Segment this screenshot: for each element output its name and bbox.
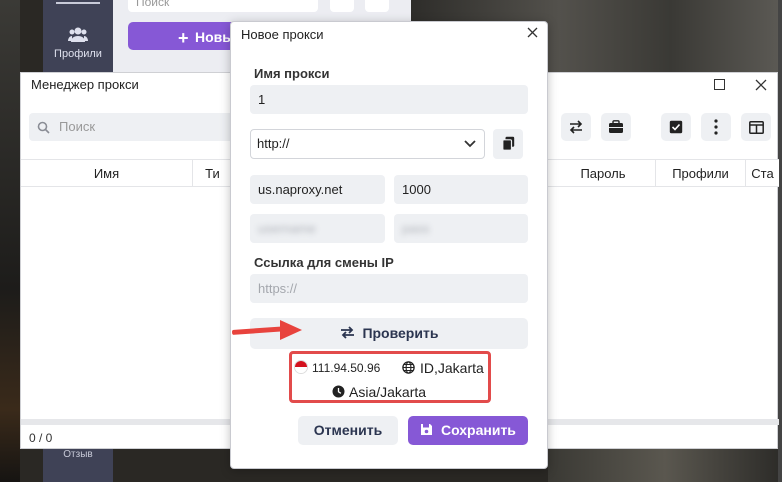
ip-change-link-label: Ссылка для смены IP <box>254 255 394 270</box>
column-header-password[interactable]: Пароль <box>551 160 656 187</box>
swap-icon <box>340 325 363 341</box>
column-header-profiles[interactable]: Профили <box>656 160 746 187</box>
sort-button[interactable] <box>330 0 354 12</box>
proxy-count: 0 / 0 <box>29 431 53 445</box>
dialog-title: Новое прокси <box>241 27 324 42</box>
search-placeholder: Поиск <box>59 119 96 134</box>
result-ip: 111.94.50.96 <box>312 361 381 375</box>
username-input[interactable]: username <box>250 214 385 243</box>
new-proxy-dialog: Новое прокси Имя прокси 1 http:// us.nap… <box>230 21 548 469</box>
app-search-input[interactable]: Поиск <box>128 0 318 12</box>
host-input[interactable]: us.naproxy.net <box>250 175 385 204</box>
plus-icon: + <box>178 28 189 48</box>
protocol-select[interactable]: http:// <box>250 129 485 159</box>
port-input[interactable]: 1000 <box>394 175 528 204</box>
protocol-value: http:// <box>257 136 290 151</box>
check-result-box: 111.94.50.96 ID,Jakarta Asia/Jakarta <box>289 351 491 403</box>
check-button-label: Проверить <box>362 325 439 341</box>
more-vertical-icon[interactable] <box>701 113 731 141</box>
maximize-button[interactable] <box>701 73 737 97</box>
sidebar-divider <box>56 2 100 4</box>
save-icon <box>420 422 441 438</box>
result-timezone: Asia/Jakarta <box>349 384 427 400</box>
chevron-down-icon <box>464 130 476 158</box>
globe-icon <box>402 361 415 377</box>
annotation-arrow-head <box>280 320 302 340</box>
sidebar-item-profiles[interactable]: Профили <box>43 48 113 60</box>
paste-button[interactable] <box>493 129 523 159</box>
window-title: Менеджер прокси <box>31 77 139 92</box>
proxy-search-input[interactable]: Поиск <box>29 113 239 141</box>
column-header-type[interactable]: Ти <box>193 160 233 187</box>
password-input[interactable]: pass <box>394 214 528 243</box>
copy-icon <box>501 136 514 151</box>
filter-button[interactable] <box>365 0 389 12</box>
users-icon[interactable] <box>43 26 113 45</box>
proxy-name-label: Имя прокси <box>254 66 330 81</box>
result-location: ID,Jakarta <box>420 360 484 376</box>
column-header-name[interactable]: Имя <box>21 160 193 187</box>
indonesia-flag-icon <box>294 360 308 374</box>
clock-icon <box>332 385 345 401</box>
desktop-background <box>0 0 20 482</box>
layout-icon[interactable] <box>741 113 771 141</box>
column-header-status[interactable]: Ста <box>746 160 779 187</box>
check-square-icon[interactable] <box>661 113 691 141</box>
close-window-button[interactable] <box>743 73 779 97</box>
feedback-label: Отзыв <box>63 449 93 460</box>
swap-icon[interactable] <box>561 113 591 141</box>
cancel-button[interactable]: Отменить <box>298 416 398 445</box>
search-icon <box>37 113 50 144</box>
username-value-blurred: username <box>258 221 316 236</box>
close-icon[interactable] <box>517 23 547 45</box>
save-button-label: Сохранить <box>440 422 516 438</box>
ip-change-link-input[interactable]: https:// <box>250 274 528 303</box>
sidebar-item-feedback[interactable]: Отзыв <box>43 449 113 482</box>
proxy-name-input[interactable]: 1 <box>250 85 528 114</box>
desktop-background-bottom <box>548 449 782 482</box>
briefcase-icon[interactable] <box>601 113 631 141</box>
password-value-blurred: pass <box>402 221 430 236</box>
save-button[interactable]: Сохранить <box>408 416 528 445</box>
